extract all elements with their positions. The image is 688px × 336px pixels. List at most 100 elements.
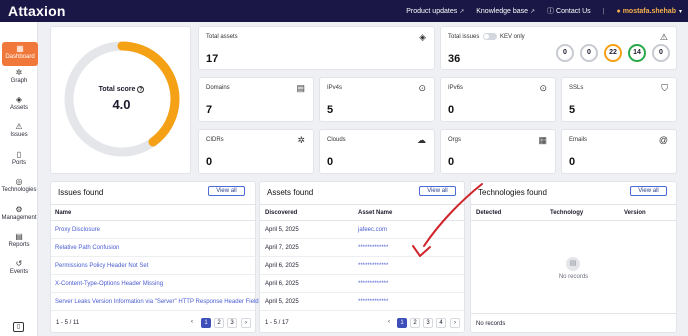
severity-low-badge[interactable]: 14 (628, 44, 646, 62)
table-header: Detected Technology Version (471, 204, 676, 221)
panel-title: Issues found (58, 188, 104, 197)
toggle-switch[interactable] (483, 33, 497, 40)
sidebar-item-graph[interactable]: ✲ Graph (0, 66, 38, 92)
page-button[interactable]: 1 (201, 318, 211, 328)
contact-us-link[interactable]: ⓘ Contact Us (547, 6, 591, 16)
table-row[interactable]: Relative Path Confusion (51, 239, 255, 257)
table-row[interactable]: April 5, 2025 ************* (260, 293, 464, 311)
table-row[interactable]: Proxy Disclosure (51, 221, 255, 239)
prev-page-button[interactable]: ‹ (384, 318, 394, 328)
empty-state-text: No records (558, 274, 589, 280)
view-all-button[interactable]: View all (419, 186, 456, 196)
cidrs-card[interactable]: CIDRs ✲ 0 (198, 129, 314, 174)
table-header: Name (51, 204, 255, 221)
page-button[interactable]: 4 (436, 318, 446, 328)
score-value: 4.0 (112, 97, 131, 112)
severity-info-badge[interactable]: 0 (652, 44, 670, 62)
ports-icon: ▯ (16, 150, 22, 159)
cloud-icon: ☁ (417, 135, 426, 145)
sidebar-item-management[interactable]: ⚙ Management (0, 203, 38, 229)
layers-icon: ◈ (419, 32, 426, 42)
page-button[interactable]: 3 (227, 318, 237, 328)
severity-high-badge[interactable]: 0 (580, 44, 598, 62)
knowledge-base-link[interactable]: Knowledge base ↗ (476, 8, 535, 15)
shield-icon: ⛉ (661, 83, 668, 93)
user-menu[interactable]: ● mostafa.shehab ▾ (617, 8, 683, 15)
external-link-icon: ↗ (459, 8, 465, 15)
user-icon: ● (616, 7, 621, 15)
emails-card[interactable]: Emails @ 0 (561, 129, 677, 174)
network-icon: ✲ (297, 135, 305, 145)
pagination: 1 - 5 / 17 ‹ 1 2 3 4 › (260, 316, 464, 331)
score-title: Total score? (98, 86, 145, 93)
at-sign-icon: @ (658, 135, 668, 145)
technologies-icon: ◎ (15, 177, 23, 186)
sidebar: ▦ Dashboard ✲ Graph ◈ Assets ⚠ Issues ▯ Ports… (0, 22, 38, 336)
collapse-sidebar-icon[interactable]: ▯ (13, 322, 24, 332)
help-icon[interactable]: ? (137, 86, 145, 93)
domains-card[interactable]: Domains ▤ 7 (198, 77, 314, 122)
assets-panel: Assets found View all Discovered Asset N… (259, 181, 465, 333)
pagination: 1 - 5 / 11 ‹ 1 2 3 › (51, 316, 255, 331)
total-score-card: Total score? 4.0 (50, 26, 191, 174)
sidebar-item-issues[interactable]: ⚠ Issues (0, 120, 38, 146)
reports-icon: ▤ (15, 232, 23, 241)
ssls-card[interactable]: SSLs ⛉ 5 (561, 77, 677, 122)
page-button[interactable]: 2 (410, 318, 420, 328)
ipv4s-card[interactable]: IPv4s ⊙ 5 (319, 77, 435, 122)
history-icon: ↺ (15, 259, 23, 268)
table-row[interactable]: X-Content-Type-Options Header Missing (51, 275, 255, 293)
clouds-card[interactable]: Clouds ☁ 0 (319, 129, 435, 174)
next-page-button[interactable]: › (241, 318, 251, 328)
sidebar-item-reports[interactable]: ▤ Reports (0, 230, 38, 256)
sidebar-item-dashboard[interactable]: ▦ Dashboard (2, 42, 38, 66)
total-issues-value: 36 (448, 53, 461, 65)
sidebar-item-ports[interactable]: ▯ Ports (0, 148, 38, 174)
question-icon: ⓘ (547, 8, 555, 15)
graph-icon: ✲ (15, 68, 23, 77)
view-all-button[interactable]: View all (630, 186, 667, 196)
table-row[interactable]: Server Leaks Version Information via "Se… (51, 293, 259, 311)
page-button[interactable]: 1 (397, 318, 407, 328)
orgs-card[interactable]: Orgs ▦ 0 (440, 129, 556, 174)
page-button[interactable]: 3 (423, 318, 433, 328)
view-all-button[interactable]: View all (208, 186, 245, 196)
table-row[interactable]: April 6, 2025 ************* (260, 275, 464, 293)
total-assets-card[interactable]: Total assets ◈ 17 (198, 26, 435, 70)
ipv6s-card[interactable]: IPv6s ⊙ 0 (440, 77, 556, 122)
empty-state-icon: ▤ (566, 257, 580, 271)
location-pin-icon: ⊙ (418, 83, 426, 93)
table-row[interactable]: Permissions Policy Header Not Set (51, 257, 255, 275)
top-nav: Product updates ↗ Knowledge base ↗ ⓘ Contac… (406, 0, 682, 22)
technologies-panel: Technologies found View all Detected Tec… (470, 181, 677, 333)
table-footer: No records (471, 313, 676, 334)
warning-icon: ⚠ (15, 122, 23, 131)
table-row[interactable]: April 6, 2025 ************* (260, 257, 464, 275)
product-updates-link[interactable]: Product updates ↗ (406, 8, 464, 15)
sidebar-item-assets[interactable]: ◈ Assets (0, 93, 38, 119)
external-link-icon: ↗ (530, 8, 536, 15)
page-button[interactable]: 2 (214, 318, 224, 328)
top-bar: Attaxion Product updates ↗ Knowledge base… (0, 0, 688, 22)
gear-icon: ⚙ (15, 205, 23, 214)
table-header: Discovered Asset Name (260, 204, 464, 221)
table-row[interactable]: April 5, 2025 jafeec.com (260, 221, 464, 239)
sidebar-item-events[interactable]: ↺ Events (0, 257, 38, 283)
panel-title: Technologies found (478, 188, 547, 197)
sidebar-item-technologies[interactable]: ◎ Technologies (0, 175, 38, 201)
building-icon: ▦ (538, 135, 547, 145)
table-row[interactable]: April 7, 2025 ************* (260, 239, 464, 257)
total-issues-card[interactable]: Total issues KEV only ⚠ 36 0 0 22 14 0 (440, 26, 677, 70)
total-assets-value: 17 (206, 53, 219, 65)
dashboard-icon: ▦ (16, 44, 24, 53)
assets-icon: ◈ (15, 95, 23, 104)
divider: | (602, 7, 605, 15)
severity-medium-badge[interactable]: 22 (604, 44, 622, 62)
severity-critical-badge[interactable]: 0 (556, 44, 574, 62)
attaxion-logo[interactable]: Attaxion (8, 3, 66, 19)
prev-page-button[interactable]: ‹ (187, 318, 197, 328)
kev-toggle[interactable]: KEV only (483, 33, 525, 40)
issues-panel: Issues found View all Name Proxy Disclos… (50, 181, 259, 333)
next-page-button[interactable]: › (450, 318, 460, 328)
chevron-down-icon: ▾ (678, 8, 682, 15)
